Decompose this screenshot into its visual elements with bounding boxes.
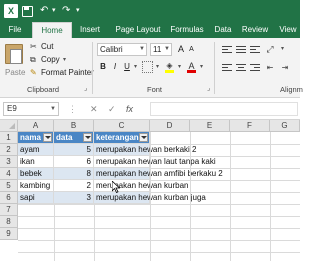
- tab-file[interactable]: File: [4, 22, 26, 38]
- bold-button[interactable]: B: [98, 61, 108, 73]
- tab-review[interactable]: Review: [240, 22, 270, 38]
- increase-indent-icon[interactable]: ⇥: [279, 62, 291, 74]
- mouse-cursor-icon: [112, 181, 120, 193]
- formula-bar: E9 ▼ ⋮ ✕ ✓ fx: [0, 98, 300, 120]
- tab-insert[interactable]: Insert: [76, 22, 104, 38]
- top-align-icon[interactable]: [222, 45, 232, 55]
- font-group-label: Font: [147, 85, 163, 94]
- save-icon[interactable]: [22, 6, 33, 17]
- italic-button[interactable]: I: [110, 61, 120, 73]
- formula-bar-divider-icon: ⋮: [68, 104, 77, 114]
- paste-icon[interactable]: [5, 44, 23, 64]
- copy-icon[interactable]: ⧉: [30, 56, 38, 64]
- cut-icon[interactable]: ✂: [30, 43, 38, 51]
- font-size-value: 11: [153, 45, 162, 54]
- enter-icon[interactable]: ✓: [108, 102, 116, 116]
- grid-lines: [18, 132, 300, 261]
- clipboard-group-label: Clipboard: [27, 85, 60, 94]
- chevron-down-icon: ▼: [139, 46, 145, 52]
- align-right-icon[interactable]: [250, 63, 260, 73]
- cut-button[interactable]: Cut: [41, 42, 53, 52]
- font-size-select[interactable]: 11 ▼: [150, 43, 172, 56]
- clipboard-launcher-icon[interactable]: ⌟: [84, 84, 87, 94]
- group-divider: [92, 42, 93, 94]
- format-painter-button[interactable]: Format Painter: [41, 68, 94, 78]
- font-color-icon[interactable]: A: [186, 60, 197, 73]
- fill-color-icon[interactable]: ◈: [164, 60, 175, 73]
- middle-align-icon[interactable]: [236, 45, 246, 55]
- ribbon-home: Paste ✂ Cut ⧉ Copy ▾ ✎ Format Painter Cl…: [0, 38, 303, 98]
- shrink-font-button[interactable]: A: [187, 44, 196, 56]
- tab-home[interactable]: Home: [32, 22, 72, 38]
- orientation-dropdown-icon[interactable]: ▾: [279, 43, 286, 55]
- format-painter-icon[interactable]: ✎: [30, 69, 38, 77]
- orientation-icon[interactable]: ⤢: [264, 43, 276, 55]
- chevron-down-icon: ▼: [50, 106, 56, 112]
- tab-page-layout[interactable]: Page Layout: [110, 22, 166, 38]
- underline-dropdown-icon[interactable]: ▾: [132, 61, 139, 73]
- cancel-icon[interactable]: ✕: [90, 102, 98, 116]
- undo-dropdown-icon[interactable]: ▾: [52, 4, 56, 18]
- bottom-align-icon[interactable]: [250, 45, 260, 55]
- name-box[interactable]: E9 ▼: [3, 102, 59, 116]
- copy-dropdown-icon[interactable]: ▾: [63, 55, 66, 65]
- font-name-select[interactable]: Calibri ▼: [97, 43, 147, 56]
- tab-view[interactable]: View: [276, 22, 300, 38]
- font-color-dropdown-icon[interactable]: ▾: [198, 61, 205, 73]
- alignment-group-label: Alignm: [280, 85, 303, 94]
- copy-button[interactable]: Copy: [41, 55, 60, 65]
- paste-button-label[interactable]: Paste: [5, 68, 25, 78]
- worksheet-grid[interactable]: A B C D E F G 1 2 3 4 5 6 7 8 9 nama dat…: [0, 120, 300, 261]
- align-left-icon[interactable]: [222, 63, 232, 73]
- customize-qat-icon[interactable]: ▾: [76, 4, 80, 18]
- font-launcher-icon[interactable]: ⌟: [207, 84, 210, 94]
- borders-dropdown-icon[interactable]: ▾: [154, 61, 161, 73]
- tab-formulas[interactable]: Formulas: [168, 22, 206, 38]
- title-bar: X ↶ ▾ ↷ ▾: [0, 0, 300, 22]
- font-name-value: Calibri: [100, 45, 123, 54]
- decrease-indent-icon[interactable]: ⇤: [264, 62, 276, 74]
- name-box-value: E9: [7, 104, 17, 113]
- redo-icon[interactable]: ↷: [62, 4, 70, 18]
- formula-input[interactable]: [150, 102, 298, 116]
- tab-data[interactable]: Data: [212, 22, 234, 38]
- borders-icon[interactable]: [142, 61, 153, 73]
- fill-color-dropdown-icon[interactable]: ▾: [176, 61, 183, 73]
- undo-icon[interactable]: ↶: [40, 4, 48, 18]
- align-center-icon[interactable]: [236, 63, 246, 73]
- grow-font-button[interactable]: A: [176, 43, 186, 55]
- group-divider: [214, 42, 215, 94]
- ribbon-tabs: File Home Insert Page Layout Formulas Da…: [0, 22, 300, 38]
- underline-button[interactable]: U: [122, 61, 132, 73]
- insert-function-icon[interactable]: fx: [126, 102, 133, 116]
- chevron-down-icon: ▼: [164, 46, 170, 52]
- excel-logo-icon: X: [4, 4, 18, 18]
